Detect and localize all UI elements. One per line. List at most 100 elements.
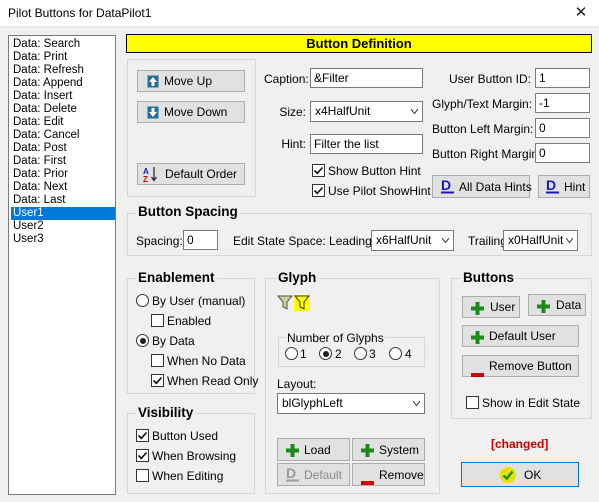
list-item[interactable]: Data: Post — [11, 142, 115, 155]
all-data-hints-button[interactable]: D All Data Hints — [432, 175, 532, 200]
minus-icon — [471, 364, 484, 384]
enabled-label: Enabled — [167, 314, 212, 328]
checkmark-icon — [152, 376, 163, 385]
add-data-button[interactable]: Data — [528, 294, 586, 316]
plus-icon — [537, 299, 550, 319]
list-item[interactable]: Data: Print — [11, 51, 115, 64]
move-up-button[interactable]: Move Up — [137, 70, 245, 92]
when-browsing-checkbox[interactable] — [136, 449, 149, 462]
spacing-field[interactable]: 0 — [183, 230, 218, 250]
by-data-radio[interactable] — [136, 334, 149, 347]
svg-text:D: D — [546, 178, 556, 193]
enabled-checkbox[interactable] — [151, 314, 164, 327]
svg-text:Z: Z — [143, 175, 148, 183]
chevron-down-icon — [411, 109, 418, 114]
data-hint-icon: D — [441, 177, 455, 200]
list-item[interactable]: Data: Append — [11, 77, 115, 90]
by-data-label: By Data — [152, 334, 195, 348]
button-definition-header: Button Definition — [126, 34, 592, 53]
list-item[interactable]: Data: Prior — [11, 168, 115, 181]
default-order-button[interactable]: AZ Default Order — [137, 163, 245, 185]
enablement-title: Enablement — [136, 270, 217, 285]
button-right-margin-field[interactable]: 0 — [535, 143, 590, 163]
glyph-count-radio-4[interactable] — [389, 347, 402, 360]
when-no-data-checkbox[interactable] — [151, 354, 164, 367]
spacing-label: Spacing: — [136, 234, 183, 248]
list-item[interactable]: Data: Cancel — [11, 129, 115, 142]
arrow-down-icon — [147, 105, 159, 125]
changed-status: [changed] — [491, 437, 549, 451]
button-right-margin-label: Button Right Margin: — [432, 147, 542, 161]
window-title: Pilot Buttons for DataPilot1 — [8, 6, 152, 20]
list-item[interactable]: User2 — [11, 220, 115, 233]
list-item[interactable]: Data: Edit — [11, 116, 115, 129]
checkmark-icon — [137, 451, 148, 460]
glyph-count-label-1: 1 — [300, 347, 307, 361]
svg-text:D: D — [286, 466, 296, 481]
trailing-select[interactable]: x0HalfUnit — [503, 230, 578, 251]
chevron-down-icon — [413, 401, 420, 406]
use-pilot-showhint-label: Use Pilot ShowHint — [328, 184, 431, 198]
remove-glyph-button[interactable]: Remove — [352, 463, 425, 486]
by-user-label: By User (manual) — [152, 294, 246, 308]
hint-field[interactable]: Filter the list — [310, 134, 423, 154]
list-item[interactable]: Data: Search — [11, 38, 115, 51]
default-user-button[interactable]: Default User — [462, 325, 579, 347]
list-item[interactable]: Data: Last — [11, 194, 115, 207]
remove-button-button[interactable]: Remove Button — [462, 355, 579, 377]
button-used-checkbox[interactable] — [136, 429, 149, 442]
when-editing-label: When Editing — [152, 469, 224, 483]
move-down-button[interactable]: Move Down — [137, 101, 245, 123]
leading-select[interactable]: x6HalfUnit — [371, 230, 454, 251]
user-button-id-label: User Button ID: — [448, 72, 531, 86]
visibility-title: Visibility — [136, 405, 196, 420]
show-in-edit-state-checkbox[interactable] — [466, 396, 479, 409]
checkmark-icon — [137, 431, 148, 440]
add-user-button[interactable]: User — [462, 296, 520, 318]
use-pilot-showhint-checkbox[interactable] — [312, 184, 325, 197]
list-item[interactable]: User3 — [11, 233, 115, 246]
glyph-count-radio-2[interactable] — [319, 347, 332, 360]
when-no-data-label: When No Data — [167, 354, 246, 368]
list-item[interactable]: Data: Next — [11, 181, 115, 194]
list-item[interactable]: Data: Delete — [11, 103, 115, 116]
plus-icon — [471, 301, 484, 321]
show-button-hint-label: Show Button Hint — [328, 164, 421, 178]
buttons-group-title: Buttons — [461, 270, 516, 285]
user-button-id-field[interactable]: 1 — [535, 68, 590, 88]
show-button-hint-checkbox[interactable] — [312, 164, 325, 177]
glyph-title: Glyph — [276, 270, 319, 285]
list-item[interactable]: Data: First — [11, 155, 115, 168]
list-item[interactable]: Data: Insert — [11, 90, 115, 103]
glyph-count-label-4: 4 — [405, 347, 412, 361]
layout-select[interactable]: blGlyphLeft — [277, 393, 425, 414]
close-icon[interactable]: ✕ — [572, 5, 590, 21]
list-item-selected[interactable]: User1 — [11, 207, 115, 220]
chevron-down-icon — [442, 238, 449, 243]
size-select[interactable]: x4HalfUnit — [310, 101, 423, 122]
number-of-glyphs-label: Number of Glyphs — [286, 331, 385, 345]
by-user-radio[interactable] — [136, 294, 149, 307]
ok-button[interactable]: OK — [461, 462, 579, 487]
system-glyph-button[interactable]: System — [352, 438, 425, 461]
glyph-count-label-3: 3 — [369, 347, 376, 361]
leading-label: Edit State Space: Leading = — [233, 234, 383, 248]
button-used-label: Button Used — [152, 429, 219, 443]
when-read-only-checkbox[interactable] — [151, 374, 164, 387]
filter-glyph-icon — [276, 295, 311, 314]
caption-label: Caption: — [264, 72, 309, 86]
data-hint-icon: D — [286, 465, 300, 488]
glyph-text-margin-label: Glyph/Text Margin: — [432, 97, 533, 111]
glyph-count-radio-1[interactable] — [285, 347, 298, 360]
list-item[interactable]: Data: Refresh — [11, 64, 115, 77]
hint-button[interactable]: D Hint — [538, 175, 590, 198]
caption-field[interactable]: &Filter — [310, 68, 423, 88]
glyph-text-margin-field[interactable]: -1 — [535, 93, 590, 113]
glyph-count-radio-3[interactable] — [354, 347, 367, 360]
buttons-listbox[interactable]: Data: Search Data: Print Data: Refresh D… — [8, 35, 116, 495]
default-glyph-button[interactable]: D Default — [277, 463, 350, 486]
load-glyph-button[interactable]: Load — [277, 438, 350, 461]
when-editing-checkbox[interactable] — [136, 469, 149, 482]
sort-az-icon: AZ — [143, 166, 159, 189]
button-left-margin-field[interactable]: 0 — [535, 118, 590, 138]
